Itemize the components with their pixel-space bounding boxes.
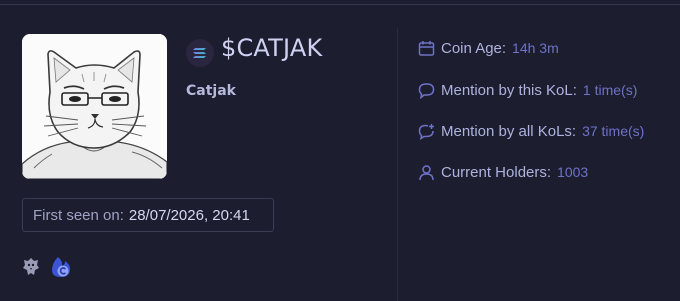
first-seen-box: First seen on: 28/07/2026, 20:41 (22, 198, 274, 232)
stat-mention-all-kols: Mention by all KoLs: 37 time(s) (418, 121, 644, 141)
flame-c-icon[interactable] (50, 255, 72, 283)
column-divider (397, 28, 398, 301)
first-seen-label: First seen on: (33, 206, 124, 224)
stat-value: 1003 (557, 164, 589, 180)
stat-label: Coin Age: (441, 39, 507, 57)
user-icon (418, 164, 435, 181)
calendar-icon (418, 40, 435, 57)
stat-mention-this-kol: Mention by this KoL: 1 time(s) (418, 80, 637, 100)
stat-coin-age: Coin Age: 14h 3m (418, 38, 559, 58)
social-links (22, 255, 72, 283)
panel-top-border (0, 4, 680, 5)
stat-value: 1 time(s) (582, 82, 638, 98)
speech-bubble-icon (418, 82, 435, 99)
eagle-icon[interactable] (22, 257, 40, 281)
stat-label: Mention by this KoL: (441, 81, 577, 99)
token-ticker: $CATJAK (221, 34, 323, 62)
stat-current-holders: Current Holders: 1003 (418, 162, 588, 182)
first-seen-value: 28/07/2026, 20:41 (128, 206, 250, 224)
stat-value: 37 time(s) (582, 123, 645, 139)
stat-value: 14h 3m (512, 40, 559, 56)
token-name: Catjak (186, 83, 236, 99)
speech-bubble-plus-icon (418, 123, 435, 140)
token-avatar (22, 34, 167, 179)
solana-icon (186, 39, 214, 67)
cat-meme-image (22, 34, 167, 179)
stat-label: Current Holders: (441, 163, 552, 181)
stat-label: Mention by all KoLs: (441, 122, 577, 140)
